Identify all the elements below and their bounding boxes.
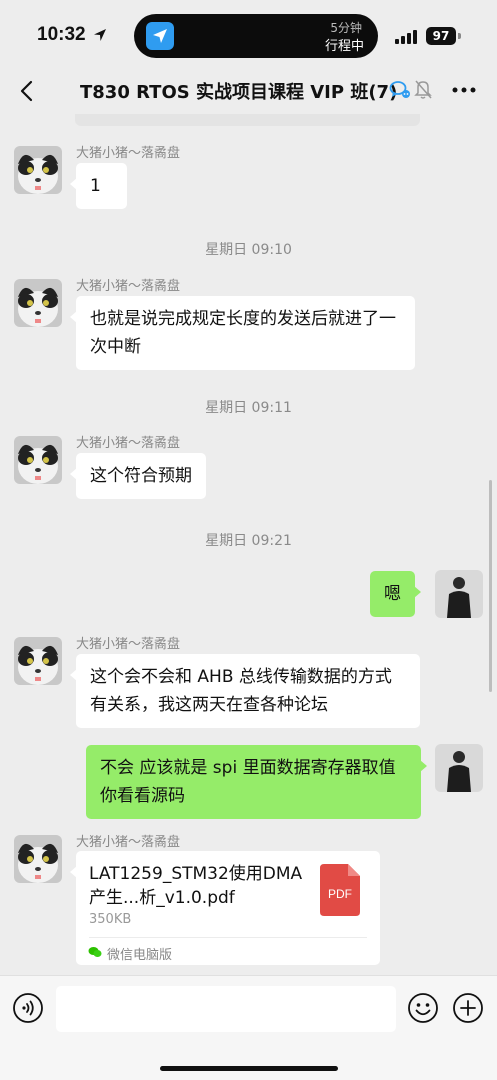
scrollbar[interactable] — [489, 480, 492, 692]
message-bubble-outgoing[interactable]: 嗯 — [370, 571, 421, 617]
message-input[interactable] — [56, 986, 396, 1032]
trip-duration: 5分钟 — [330, 21, 362, 35]
cellular-signal-icon — [395, 30, 419, 44]
message-bubble[interactable]: 这个符合预期 — [70, 453, 206, 499]
message-bubble[interactable]: 也就是说完成规定长度的发送后就进了一次中断 — [70, 296, 415, 370]
input-bar — [0, 975, 497, 1080]
status-time: 10:32 — [37, 24, 86, 45]
file-message-card[interactable]: LAT1259_STM32使用DMA产生...析_v1.0.pdf 350KB … — [70, 851, 380, 965]
file-size: 350KB — [89, 912, 132, 927]
pdf-file-icon: PDF — [320, 864, 360, 916]
message-bubble-outgoing[interactable]: 不会 应该就是 spi 里面数据寄存器取值 你看看源码 — [86, 745, 427, 819]
cat-avatar-image — [14, 436, 62, 484]
wechat-icon — [88, 947, 102, 957]
emoji-icon[interactable] — [407, 992, 439, 1024]
plus-icon[interactable] — [452, 992, 484, 1024]
my-avatar[interactable] — [435, 570, 483, 618]
home-indicator[interactable] — [160, 1066, 338, 1071]
dynamic-island[interactable]: 5分钟 行程中 — [134, 14, 378, 58]
message-bubble[interactable]: 这个会不会和 AHB 总线传输数据的方式有关系，我这两天在查各种论坛 — [70, 654, 420, 728]
trip-status: 行程中 — [324, 39, 364, 54]
sender-avatar[interactable] — [14, 637, 62, 685]
location-arrow-icon — [94, 29, 106, 41]
cat-avatar-image — [14, 835, 62, 883]
timestamp: 星期日 09:11 — [205, 400, 292, 416]
group-chat-icon — [389, 81, 410, 98]
back-chevron-icon[interactable] — [16, 76, 40, 106]
sender-name: 大猪小猪～落矞盘 — [76, 637, 181, 652]
sender-name: 大猪小猪～落矞盘 — [76, 835, 181, 850]
mute-bell-icon — [414, 80, 432, 99]
pinned-message-edge[interactable] — [75, 114, 420, 126]
chat-header: T830 RTOS 实战项目课程 VIP 班(7) — [0, 70, 497, 116]
file-source-label: 微信电脑版 — [107, 948, 173, 963]
status-bar: 10:32 5分钟 行程中 97 — [0, 0, 497, 70]
timestamp: 星期日 09:10 — [205, 242, 292, 258]
sender-avatar[interactable] — [14, 835, 62, 883]
sender-name: 大猪小猪～落矞盘 — [76, 146, 181, 161]
battery-cap — [458, 33, 461, 39]
my-avatar[interactable] — [435, 744, 483, 792]
sender-avatar[interactable] — [14, 146, 62, 194]
person-avatar-image — [435, 570, 483, 618]
cat-avatar-image — [14, 637, 62, 685]
sender-name: 大猪小猪～落矞盘 — [76, 279, 181, 294]
battery-level: 97 — [426, 27, 456, 45]
sender-avatar[interactable] — [14, 436, 62, 484]
file-name: LAT1259_STM32使用DMA产生...析_v1.0.pdf — [89, 864, 303, 908]
divider — [89, 937, 367, 938]
person-avatar-image — [435, 744, 483, 792]
chat-title: T830 RTOS 实战项目课程 VIP 班(7) — [80, 82, 398, 103]
pdf-label: PDF — [328, 887, 352, 901]
timestamp: 星期日 09:21 — [205, 533, 292, 549]
navigation-app-icon — [146, 22, 174, 50]
cat-avatar-image — [14, 146, 62, 194]
cat-avatar-image — [14, 279, 62, 327]
sender-avatar[interactable] — [14, 279, 62, 327]
sender-name: 大猪小猪～落矞盘 — [76, 436, 181, 451]
voice-input-icon[interactable] — [12, 992, 44, 1024]
more-options-icon[interactable] — [452, 86, 476, 94]
message-bubble[interactable]: 1 — [70, 163, 127, 209]
